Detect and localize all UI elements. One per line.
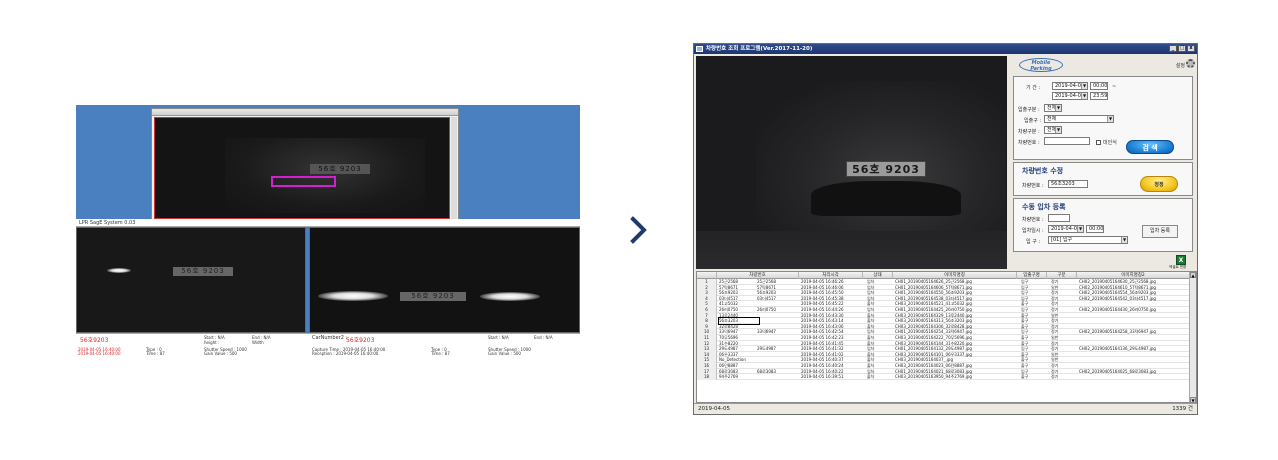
excel-export-button[interactable]: X 엑셀로 변환 <box>1169 255 1193 269</box>
modify-panel: 차량번호 수정 차량번호 : 56조3203 정정 <box>1013 162 1193 196</box>
lpr-top-camera-view: 56호 9203 <box>154 117 450 219</box>
mobile-parking-logo: Mobile Parking <box>1019 58 1063 72</box>
lpr-cam2-label: CarNumber2 : <box>312 335 348 341</box>
modify-button[interactable]: 정정 <box>1140 176 1178 192</box>
manual-entry-panel: 수동 입차 등록 차량번호 : 입차일시 : 2019-04-05 ▼ 00:00… <box>1013 198 1193 252</box>
lpr-camera-1: 56호 9203 <box>76 227 306 333</box>
modify-car-number-input[interactable]: 56조3203 <box>1048 180 1088 188</box>
maximize-button[interactable]: □ <box>1178 45 1186 52</box>
lpr-system-bar: LPR SagE System 0.03 <box>76 219 580 227</box>
car-number-lookup-window: 차량번호 조회 프로그램(Ver.2017-11-20) _ □ x 56호 9… <box>693 43 1198 415</box>
lpr-top-window: 56호 9203 <box>151 108 459 221</box>
table-cell: 정기 <box>1051 374 1059 380</box>
app-titlebar: 차량번호 조회 프로그램(Ver.2017-11-20) _ □ x <box>694 44 1197 54</box>
table-cell: CH03_20190405163950_94주2769.jpg <box>895 374 972 380</box>
main-plate: 56호 9203 <box>846 161 926 177</box>
manual-car-number-input[interactable] <box>1048 214 1070 222</box>
settings-label[interactable]: 설정 <box>1176 62 1185 69</box>
table-cell: 출차 <box>867 374 875 380</box>
table-cell <box>757 374 797 380</box>
records-table: 차량번호 처리시각 상태 이미지명칭 입출구명 구분 이미지명칭2 1 25근25… <box>696 271 1197 403</box>
lpr-info-panel: 56호9203 2019-04-05 16:40:00 2019-04-05 1… <box>76 333 580 356</box>
register-entry-button[interactable]: 입차 등록 <box>1142 225 1178 238</box>
date-to-input[interactable]: 2019-04-05 ▼ <box>1052 92 1088 100</box>
excel-icon: X <box>1176 255 1186 265</box>
table-cell: 18 <box>697 374 717 380</box>
search-button[interactable]: 검 색 <box>1126 140 1174 154</box>
time-from-input[interactable]: 00:00 <box>1090 82 1108 90</box>
table-cell <box>1079 374 1190 380</box>
status-bar: 2019-04-05 1339 건 <box>694 403 1197 414</box>
time-to-input[interactable]: 23:59 <box>1090 92 1108 100</box>
plate-roi-box <box>271 176 336 187</box>
gate-select[interactable]: 전체 ▼ <box>1044 115 1114 123</box>
status-date: 2019-04-05 <box>698 406 730 412</box>
unrecognized-checkbox[interactable] <box>1096 140 1101 145</box>
table-scrollbar[interactable]: ▲ ▼ <box>1189 272 1196 402</box>
gear-icon[interactable] <box>1186 59 1195 68</box>
lpr-left-plate: 56호9203 <box>80 337 109 344</box>
table-body: 1 25근2568 25근2568 2019-04-05 16:46:26 입차 CH01… <box>697 279 1190 380</box>
app-title: 차량번호 조회 프로그램(Ver.2017-11-20) <box>706 46 813 52</box>
entry-time-input[interactable]: 00:00 <box>1086 225 1104 233</box>
table-cell: 출구 <box>1021 374 1029 380</box>
status-count: 1339 건 <box>1172 406 1193 412</box>
car-type-select[interactable]: 전체 ▼ <box>1044 126 1062 134</box>
control-panel: Mobile Parking 설정 기 간 : 2019-04-05 ▼ 00:0… <box>1009 56 1197 269</box>
table-header: 차량번호 처리시각 상태 이미지명칭 입출구명 구분 이미지명칭2 <box>697 272 1190 279</box>
lpr-right-plate: 56호9203 <box>346 337 375 344</box>
inout-type-select[interactable]: 전체 ▼ <box>1044 104 1062 112</box>
minimize-button[interactable]: _ <box>1169 45 1177 52</box>
lpr-camera-2: 56호 9203 <box>309 227 580 333</box>
lpr-top-scrollbar[interactable] <box>451 117 457 219</box>
date-from-input[interactable]: 2019-04-05 ▼ <box>1052 82 1088 90</box>
main-camera-view: 56호 9203 <box>696 56 1007 269</box>
chevron-right-icon <box>630 216 647 244</box>
lpr-top-plate: 56호 9203 <box>310 164 370 174</box>
lpr-cam1-plate: 56호 9203 <box>173 267 233 276</box>
car-number-search-input[interactable] <box>1044 137 1090 145</box>
lpr-system-title: LPR SagE System 0.03 <box>79 220 136 226</box>
table-cell: 2019-04-05 16:39:51 <box>801 374 844 380</box>
scroll-up-icon[interactable]: ▲ <box>1190 272 1196 278</box>
entry-gate-select[interactable]: [01] 입구 ▼ <box>1048 236 1128 244</box>
close-button[interactable]: x <box>1187 45 1195 52</box>
lpr-top-titlebar <box>152 109 458 116</box>
table-cell: 94주2769 <box>719 374 738 380</box>
lpr-cam2-plate: 56호 9203 <box>400 292 466 301</box>
table-row[interactable]: 18 94주2769 2019-04-05 16:39:51 출차 CH03_20190… <box>697 374 1190 380</box>
entry-date-input[interactable]: 2019-04-05 ▼ <box>1048 225 1084 233</box>
app-icon <box>696 46 703 52</box>
